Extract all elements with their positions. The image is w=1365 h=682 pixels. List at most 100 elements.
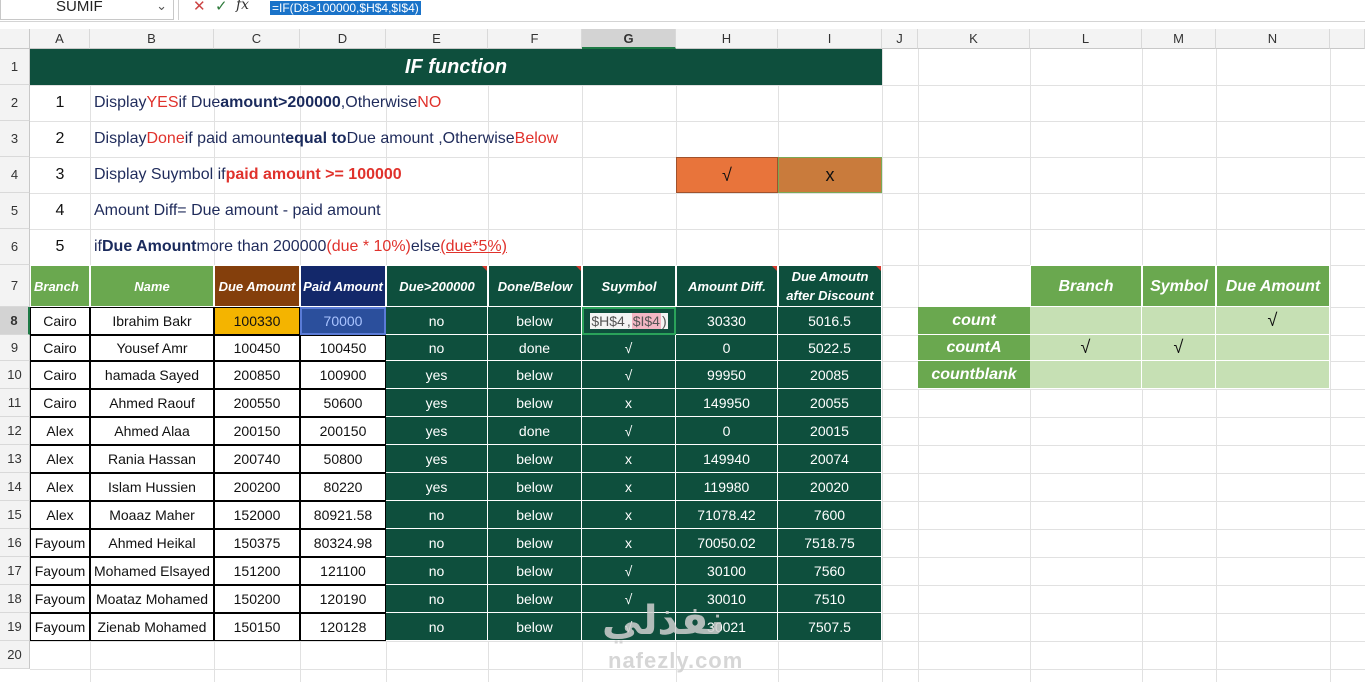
table-cell-discount[interactable]: 5016.5 [778,307,882,335]
table-cell-due[interactable]: 152000 [214,501,300,529]
table-cell-due-200k[interactable]: yes [386,361,488,389]
column-header-m[interactable]: M [1142,29,1216,49]
table-cell-branch[interactable]: Fayoum [30,585,90,613]
table-cell-branch[interactable]: Cairo [30,389,90,417]
row-header-9[interactable]: 9 [0,335,30,361]
row-header-6[interactable]: 6 [0,229,30,265]
table-cell-discount[interactable]: 7600 [778,501,882,529]
table-cell-discount[interactable]: 20085 [778,361,882,389]
table-cell-name[interactable]: Ahmed Raouf [90,389,214,417]
table-cell-diff[interactable]: 0 [676,417,778,445]
table-cell-symbol[interactable]: x [582,445,676,473]
table-cell-due[interactable]: 150375 [214,529,300,557]
table-cell-paid[interactable]: 121100 [300,557,386,585]
select-all-corner[interactable] [0,29,30,49]
table-cell-discount[interactable]: 20074 [778,445,882,473]
table-cell-paid[interactable]: 50800 [300,445,386,473]
column-header-f[interactable]: F [488,29,582,49]
table-cell-due[interactable]: 151200 [214,557,300,585]
table-cell-diff[interactable]: 149950 [676,389,778,417]
column-header-j[interactable]: J [882,29,918,49]
table-cell-done-below[interactable]: below [488,501,582,529]
table-cell-done-below[interactable]: below [488,473,582,501]
row-header-5[interactable]: 5 [0,193,30,229]
table-cell-due-200k[interactable]: no [386,613,488,641]
row-header-18[interactable]: 18 [0,585,30,613]
count-cell[interactable]: √ [1030,335,1142,361]
column-header-a[interactable]: A [30,29,90,49]
table-cell-diff[interactable]: 70050.02 [676,529,778,557]
row-header-15[interactable]: 15 [0,501,30,529]
table-cell-diff[interactable]: 30330 [676,307,778,335]
table-cell-symbol[interactable]: √ [582,417,676,445]
count-cell[interactable] [1142,361,1216,389]
table-cell-name[interactable]: hamada Sayed [90,361,214,389]
row-header-1[interactable]: 1 [0,49,30,85]
table-cell-discount[interactable]: 7518.75 [778,529,882,557]
table-cell-done-below[interactable]: below [488,529,582,557]
table-cell-diff[interactable]: 0 [676,335,778,361]
table-cell-name[interactable]: Ahmed Alaa [90,417,214,445]
table-cell-paid[interactable]: 80220 [300,473,386,501]
table-cell-due-200k[interactable]: no [386,557,488,585]
table-cell-due[interactable]: 100330 [214,307,300,335]
symbol-no-cell[interactable]: x [778,157,882,193]
table-cell-due-200k[interactable]: no [386,501,488,529]
table-cell-branch[interactable]: Cairo [30,335,90,361]
table-cell-paid[interactable]: 120128 [300,613,386,641]
table-cell-symbol[interactable]: $H$4 , $I$4 ) [582,307,676,335]
table-cell-diff[interactable]: 99950 [676,361,778,389]
table-cell-done-below[interactable]: below [488,445,582,473]
table-cell-due[interactable]: 200200 [214,473,300,501]
table-cell-diff[interactable]: 149940 [676,445,778,473]
table-cell-discount[interactable]: 20055 [778,389,882,417]
column-header-c[interactable]: C [214,29,300,49]
table-cell-done-below[interactable]: below [488,613,582,641]
table-cell-due[interactable]: 150200 [214,585,300,613]
table-cell-symbol[interactable]: x [582,501,676,529]
table-cell-due-200k[interactable]: yes [386,389,488,417]
table-cell-discount[interactable]: 5022.5 [778,335,882,361]
enter-icon[interactable]: ✓ [215,0,228,15]
table-cell-paid[interactable]: 80921.58 [300,501,386,529]
table-cell-paid[interactable]: 200150 [300,417,386,445]
table-cell-diff[interactable]: 119980 [676,473,778,501]
row-header-16[interactable]: 16 [0,529,30,557]
table-cell-due-200k[interactable]: yes [386,473,488,501]
table-cell-paid[interactable]: 80324.98 [300,529,386,557]
table-cell-done-below[interactable]: below [488,585,582,613]
table-cell-paid[interactable]: 50600 [300,389,386,417]
table-cell-due-200k[interactable]: no [386,307,488,335]
table-cell-name[interactable]: Ibrahim Bakr [90,307,214,335]
table-cell-done-below[interactable]: done [488,335,582,361]
row-header-7[interactable]: 7 [0,265,30,307]
table-cell-discount[interactable]: 7510 [778,585,882,613]
table-cell-branch[interactable]: Alex [30,417,90,445]
table-cell-paid[interactable]: 100450 [300,335,386,361]
row-header-11[interactable]: 11 [0,389,30,417]
formula-input[interactable]: =IF(D8>100000,$H$4,$I$4) [270,1,421,15]
table-cell-symbol[interactable]: x [582,389,676,417]
column-header-n[interactable]: N [1216,29,1330,49]
row-header-10[interactable]: 10 [0,361,30,389]
count-cell[interactable] [1030,361,1142,389]
chevron-down-icon[interactable]: ⌄ [156,0,167,14]
row-header-14[interactable]: 14 [0,473,30,501]
table-cell-name[interactable]: Rania Hassan [90,445,214,473]
table-cell-due[interactable]: 200150 [214,417,300,445]
row-header-13[interactable]: 13 [0,445,30,473]
row-header-4[interactable]: 4 [0,157,30,193]
table-cell-discount[interactable]: 20020 [778,473,882,501]
column-header-i[interactable]: I [778,29,882,49]
table-cell-symbol[interactable]: √ [582,335,676,361]
table-cell-discount[interactable]: 7560 [778,557,882,585]
table-cell-paid[interactable]: 70000 [300,307,386,335]
table-cell-due[interactable]: 150150 [214,613,300,641]
column-header-g[interactable]: G [582,29,676,49]
table-cell-due-200k[interactable]: no [386,529,488,557]
table-cell-name[interactable]: Moaaz Maher [90,501,214,529]
table-cell-symbol[interactable]: √ [582,361,676,389]
table-cell-due[interactable]: 200850 [214,361,300,389]
row-header-12[interactable]: 12 [0,417,30,445]
column-header-l[interactable]: L [1030,29,1142,49]
